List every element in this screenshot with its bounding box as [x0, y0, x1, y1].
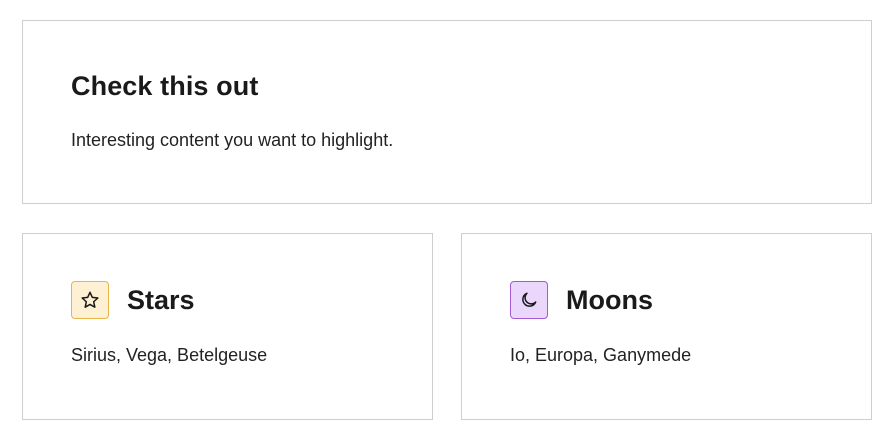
stars-card: Stars Sirius, Vega, Betelgeuse — [22, 233, 433, 420]
moons-card: Moons Io, Europa, Ganymede — [461, 233, 872, 420]
highlight-card: Check this out Interesting content you w… — [22, 20, 872, 204]
highlight-title: Check this out — [71, 71, 259, 101]
moons-card-title: Moons — [566, 284, 653, 315]
stars-card-header: Stars — [71, 281, 195, 319]
moon-icon — [510, 281, 548, 319]
star-icon — [71, 281, 109, 319]
moons-card-body: Io, Europa, Ganymede — [510, 345, 692, 365]
moons-card-header: Moons — [510, 281, 653, 319]
page: Check this out Interesting content you w… — [0, 0, 895, 439]
stars-card-body: Sirius, Vega, Betelgeuse — [71, 345, 268, 365]
stars-card-title: Stars — [127, 284, 195, 315]
highlight-body: Interesting content you want to highligh… — [71, 130, 394, 150]
